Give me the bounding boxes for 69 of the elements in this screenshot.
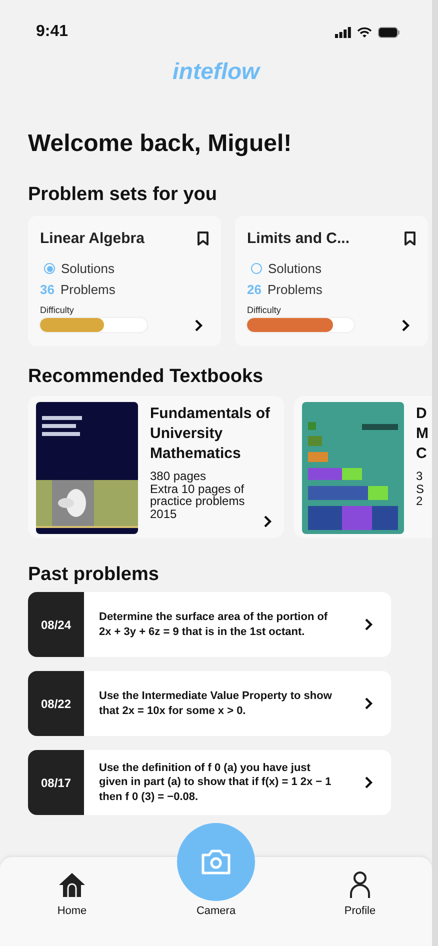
book-title: Mathematics [150, 444, 242, 464]
difficulty-label: Difficulty [40, 305, 75, 315]
wifi-icon [357, 26, 372, 38]
chevron-right-icon [263, 515, 272, 528]
problems-label: Problems [60, 282, 116, 297]
chevron-right-icon [364, 697, 373, 710]
textbook-card[interactable]: Fundamentals of University Mathematics 380 pages Extra 10 pages of practice problems 2015 [28, 396, 284, 538]
profile-icon [349, 871, 371, 899]
chevron-right-icon [401, 318, 410, 332]
textbook-card[interactable]: D M C 3 S 2 [294, 396, 432, 538]
book-detail: 380 pages [150, 470, 208, 482]
nav-label: Home [57, 905, 87, 917]
status-time: 9:41 [36, 23, 68, 41]
solutions-label: Solutions [268, 261, 322, 276]
bookmark-icon[interactable] [197, 231, 209, 246]
section-title: Recommended Textbooks [28, 366, 264, 388]
problem-count: 26 [247, 282, 262, 297]
open-button[interactable] [194, 318, 203, 332]
book-detail: 2015 [150, 508, 177, 520]
problem-count: 36 [40, 282, 54, 297]
open-button[interactable] [364, 697, 373, 710]
book-title: M [416, 424, 428, 444]
solutions-label: Solutions [61, 261, 114, 276]
solutions-radio[interactable] [251, 263, 262, 274]
book-title: D [416, 404, 428, 424]
book-detail: 3 [416, 470, 424, 482]
open-button[interactable] [364, 776, 373, 789]
section-title: Past problems [28, 564, 160, 586]
problem-text: Determine the surface area of the portion of 2x + 3y + 6z = 9 that is in the 1st octant. [98, 610, 329, 639]
battery-icon [378, 26, 400, 38]
problem-date: 08/22 [28, 671, 84, 736]
book-detail: practice problems [150, 495, 246, 508]
book-title: Fundamentals of [150, 404, 270, 424]
past-problem-row[interactable]: 08/24 Determine the surface area of the portion of 2x + 3y + 6z = 9 that is in the 1st octant. [28, 592, 391, 657]
signal-icon [335, 26, 351, 38]
home-icon [58, 871, 86, 899]
problems-label: Problems [267, 282, 322, 297]
solutions-radio[interactable] [44, 263, 55, 274]
problem-text: Use the definition of f 0 (a) you have just given in part (a) to show that if f(x) = 1 2x − 1 then f 0 (3) = −0.08. [98, 760, 332, 804]
welcome-heading: Welcome back, Miguel! [28, 130, 293, 158]
chevron-right-icon [364, 618, 373, 631]
nav-item[interactable]: Profile [320, 871, 400, 946]
problem-set-card[interactable]: Limits and C... Solutions 26 Problems Difficulty [235, 216, 428, 346]
past-problem-row[interactable]: 08/17 Use the definition of f 0 (a) you have just given in part (a) to show that if f(x) = 1 2x − 1 then f 0 (3) = −0.08. [28, 750, 391, 815]
book-title: C [416, 444, 428, 464]
set-title: Limits and C... [247, 230, 350, 247]
section-title: Problem sets for you [28, 184, 218, 206]
chevron-right-icon [364, 776, 373, 789]
set-title: Linear Algebra [40, 230, 144, 247]
nav-label: Camera [196, 905, 236, 917]
app-logo: inteflow [172, 58, 260, 84]
chevron-right-icon [194, 318, 203, 332]
problem-date: 08/24 [28, 592, 84, 657]
open-button[interactable] [401, 318, 410, 332]
book-title: University [150, 424, 224, 444]
book-detail: S [416, 482, 426, 495]
camera-icon [200, 848, 232, 876]
open-button[interactable] [263, 515, 272, 528]
difficulty-label: Difficulty [247, 305, 282, 315]
nav-label: Profile [344, 905, 376, 917]
bookmark-icon[interactable] [404, 231, 416, 246]
problem-text: Use the Intermediate Value Property to show that 2x = 10x for some x > 0. [98, 689, 333, 718]
book-detail: 2 [416, 495, 424, 508]
past-problem-row[interactable]: 08/22 Use the Intermediate Value Property to show that 2x = 10x for some x > 0. [28, 671, 391, 736]
open-button[interactable] [364, 618, 373, 631]
problem-date: 08/17 [28, 750, 84, 815]
nav-item[interactable]: Home [32, 871, 112, 946]
problem-set-card[interactable]: Linear Algebra Solutions 36 Problems Difficulty [28, 216, 221, 346]
book-detail: Extra 10 pages of [150, 482, 246, 495]
